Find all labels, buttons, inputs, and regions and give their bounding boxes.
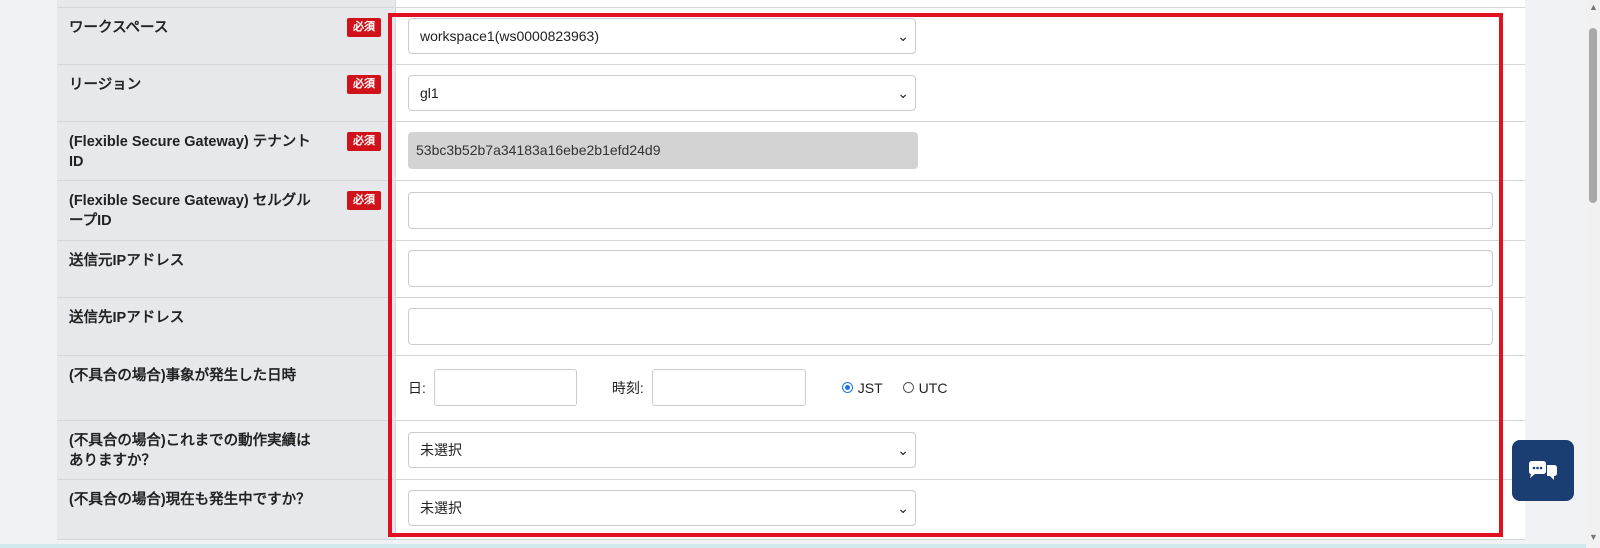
required-badge: 必須 [347, 190, 381, 210]
datetime-group: 日: 時刻: JST UTC [408, 369, 1525, 406]
form-row-past-operation: (不具合の場合)これまでの動作実績はありますか？ 未選択 ⌄ [57, 420, 1525, 480]
radio-unchecked-icon [902, 382, 914, 393]
scroll-up-arrow-icon[interactable]: ▲ [1589, 2, 1598, 12]
chat-support-icon [1529, 460, 1557, 480]
timezone-jst-label: JST [857, 379, 883, 396]
chevron-down-icon: ⌄ [897, 84, 909, 101]
region-label: リージョン [69, 76, 142, 93]
time-label: 時刻: [611, 379, 644, 396]
date-label: 日: [408, 379, 426, 396]
region-select-value: gl1 [420, 84, 439, 101]
form-row-workspace: ワークスペース 必須 workspace1(ws0000823963) ⌄ [57, 7, 1525, 65]
cell-group-id-label: (Flexible Secure Gateway) セルグループID [69, 192, 311, 229]
workspace-label: ワークスペース [69, 19, 169, 36]
form-row-dest-ip: 送信先IPアドレス [57, 297, 1525, 356]
workspace-select-value: workspace1(ws0000823963) [420, 27, 599, 44]
chevron-down-icon: ⌄ [897, 441, 909, 458]
chevron-down-icon: ⌄ [897, 499, 909, 516]
still-occurring-select[interactable]: 未選択 ⌄ [408, 489, 916, 526]
scrollbar-thumb[interactable] [1589, 28, 1597, 203]
past-operation-select-value: 未選択 [420, 441, 462, 458]
past-operation-select[interactable]: 未選択 ⌄ [408, 431, 916, 468]
scroll-down-arrow-icon[interactable]: ▼ [1589, 532, 1598, 542]
required-badge: 必須 [347, 17, 381, 37]
source-ip-label: 送信元IPアドレス [69, 252, 185, 269]
past-operation-label: (不具合の場合)これまでの動作実績はありますか？ [69, 432, 311, 469]
timezone-utc-label: UTC [918, 379, 948, 396]
dest-ip-input[interactable] [408, 307, 1493, 345]
bottom-edge-strip [0, 544, 1586, 548]
form-row-source-ip: 送信元IPアドレス [57, 240, 1525, 298]
timezone-radio-jst[interactable]: JST [841, 379, 883, 396]
form-row-occurred-at: (不具合の場合)事象が発生した日時 日: 時刻: JST UTC [57, 355, 1525, 421]
required-badge: 必須 [347, 74, 381, 94]
tenant-id-label: (Flexible Secure Gateway) テナントID [69, 133, 311, 170]
region-select[interactable]: gl1 ⌄ [408, 74, 916, 111]
form-row-tenant-id: (Flexible Secure Gateway) テナントID 必須 53bc… [57, 121, 1525, 181]
chat-support-button[interactable] [1512, 440, 1574, 501]
dest-ip-label: 送信先IPアドレス [69, 309, 185, 326]
radio-checked-icon [841, 382, 853, 393]
form-row-still-occurring: (不具合の場合)現在も発生中ですか？ 未選択 ⌄ [57, 479, 1525, 540]
vertical-scrollbar[interactable]: ▲ ▼ [1586, 0, 1600, 548]
inquiry-form-table: ワークスペース 必須 workspace1(ws0000823963) ⌄ リー… [57, 0, 1525, 540]
form-row-cell-group-id: (Flexible Secure Gateway) セルグループID 必須 [57, 180, 1525, 241]
cell-group-id-input[interactable] [408, 191, 1493, 229]
form-row-region: リージョン 必須 gl1 ⌄ [57, 64, 1525, 122]
still-occurring-label: (不具合の場合)現在も発生中ですか？ [69, 491, 311, 508]
occurred-at-label: (不具合の場合)事象が発生した日時 [69, 367, 297, 384]
source-ip-input[interactable] [408, 250, 1493, 287]
required-badge: 必須 [347, 131, 381, 151]
chevron-down-icon: ⌄ [897, 27, 909, 44]
tenant-id-field: 53bc3b52b7a34183a16ebe2b1efd24d9 [408, 132, 918, 169]
workspace-select[interactable]: workspace1(ws0000823963) ⌄ [408, 17, 916, 54]
timezone-radio-utc[interactable]: UTC [902, 379, 948, 396]
date-input[interactable] [433, 369, 577, 406]
time-input[interactable] [651, 369, 806, 406]
still-occurring-select-value: 未選択 [420, 499, 462, 516]
